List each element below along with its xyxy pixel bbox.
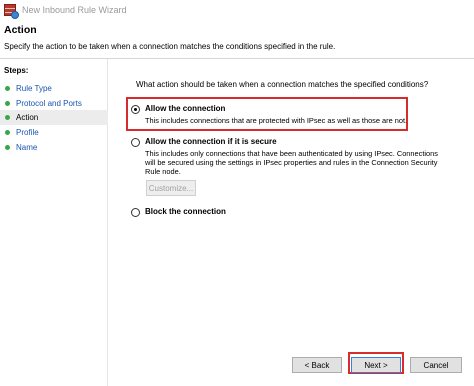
allow-connection-radio[interactable] <box>131 105 140 114</box>
option-title: Allow the connection <box>145 104 226 113</box>
step-action[interactable]: Action <box>0 110 108 125</box>
option-description: This includes connections that are prote… <box>145 116 407 125</box>
description-line: Rule node. <box>145 167 181 176</box>
step-profile[interactable]: Profile <box>0 125 108 140</box>
step-label: Name <box>16 143 38 152</box>
step-label: Rule Type <box>16 84 52 93</box>
page-title: Action <box>4 24 37 36</box>
option-title: Block the connection <box>145 207 226 216</box>
step-protocol-and-ports[interactable]: Protocol and Ports <box>0 96 108 111</box>
option-title: Allow the connection if it is secure <box>145 137 277 146</box>
allow-if-secure-radio[interactable] <box>131 138 140 147</box>
description-line: will be secured using the settings in IP… <box>145 158 438 167</box>
action-panel: What action should be taken when a conne… <box>109 59 474 386</box>
wizard-header: Action Specify the action to be taken wh… <box>0 20 474 58</box>
step-name[interactable]: Name <box>0 140 108 155</box>
description-line: This includes connections that are prote… <box>145 116 408 125</box>
step-status-icon <box>5 115 10 120</box>
window-title: New Inbound Rule Wizard <box>22 5 127 15</box>
block-connection-radio[interactable] <box>131 208 140 217</box>
step-status-icon <box>5 86 10 91</box>
page-description: Specify the action to be taken when a co… <box>4 42 336 51</box>
action-question: What action should be taken when a conne… <box>136 80 429 89</box>
step-label: Action <box>16 113 39 122</box>
title-bar: New Inbound Rule Wizard <box>0 0 474 20</box>
step-rule-type[interactable]: Rule Type <box>0 81 108 96</box>
step-status-icon <box>5 130 10 135</box>
description-line: This includes only connections that have… <box>145 149 438 158</box>
step-label: Protocol and Ports <box>16 99 82 108</box>
next-button[interactable]: Next > <box>351 357 401 373</box>
allow-option-highlight <box>126 97 408 131</box>
customize-button[interactable]: Customize... <box>146 180 196 196</box>
step-status-icon <box>5 101 10 106</box>
firewall-icon <box>4 4 19 19</box>
step-label: Profile <box>16 128 39 137</box>
step-status-icon <box>5 145 10 150</box>
back-button[interactable]: < Back <box>292 357 342 373</box>
cancel-button[interactable]: Cancel <box>410 357 462 373</box>
steps-panel: Steps: Rule Type Protocol and Ports Acti… <box>0 59 108 386</box>
option-description: This includes only connections that have… <box>145 149 438 176</box>
steps-title: Steps: <box>4 66 29 75</box>
